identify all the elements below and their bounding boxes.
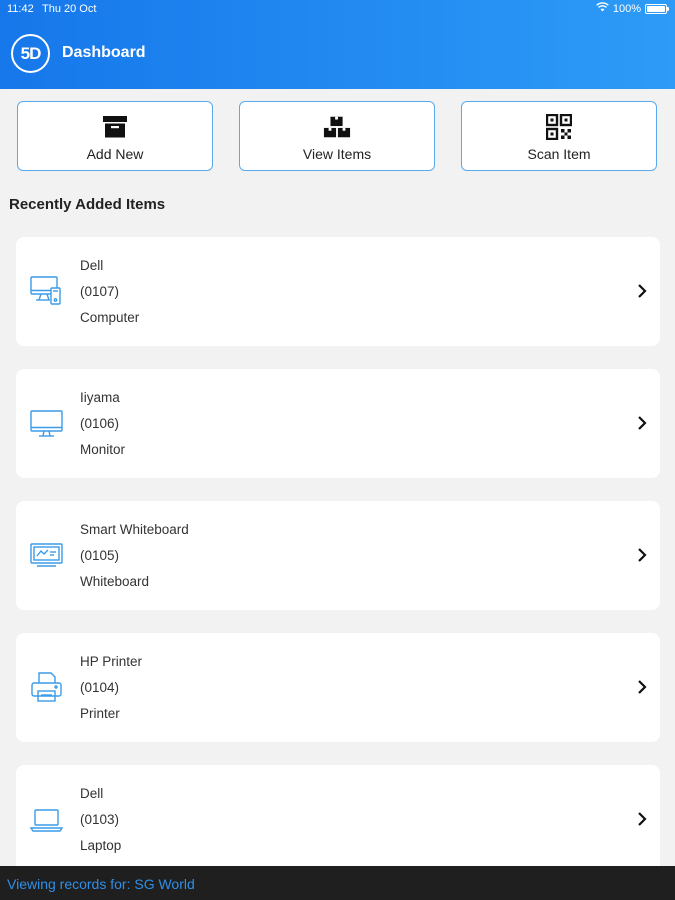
scan-item-button[interactable]: Scan Item	[461, 101, 657, 171]
item-category: Computer	[80, 310, 140, 325]
item-name: HP Printer	[80, 654, 143, 669]
status-bar: 11:42 Thu 20 Oct 100%	[0, 0, 675, 18]
item-category: Laptop	[80, 838, 122, 853]
battery-icon	[645, 3, 669, 14]
list-item[interactable]: HP Printer (0104) Printer	[16, 633, 660, 742]
chevron-right-icon	[636, 679, 648, 695]
status-indicators: 100%	[596, 2, 669, 15]
item-category: Printer	[80, 706, 120, 721]
whiteboard-icon	[29, 538, 65, 572]
item-code: (0107)	[80, 284, 120, 299]
laptop-icon	[29, 802, 65, 836]
archive-box-icon	[101, 114, 129, 140]
page-title: Dashboard	[62, 44, 146, 61]
list-item[interactable]: Dell (0103) Laptop	[16, 765, 660, 874]
battery-percent: 100%	[612, 2, 641, 15]
list-item[interactable]: Dell (0107) Computer	[16, 237, 660, 346]
status-time: 11:42	[7, 3, 34, 15]
footer-bar: Viewing records for: SG World	[0, 866, 675, 900]
item-name: Dell	[80, 786, 104, 801]
scan-item-label: Scan Item	[527, 146, 591, 162]
add-new-label: Add New	[86, 146, 144, 162]
view-items-label: View Items	[302, 146, 372, 162]
app-header: 11:42 Thu 20 Oct 100% 5D Dashboard	[0, 0, 675, 89]
boxes-icon	[323, 114, 351, 140]
list-item[interactable]: Smart Whiteboard (0105) Whiteboard	[16, 501, 660, 610]
item-name: Iiyama	[80, 390, 120, 405]
status-date: Thu 20 Oct	[42, 3, 97, 15]
chevron-right-icon	[636, 811, 648, 827]
monitor-icon	[29, 406, 65, 440]
item-name: Smart Whiteboard	[80, 522, 189, 537]
item-code: (0106)	[80, 416, 120, 431]
qr-code-icon	[545, 114, 573, 140]
chevron-right-icon	[636, 283, 648, 299]
view-items-button[interactable]: View Items	[239, 101, 435, 171]
item-code: (0105)	[80, 548, 120, 563]
item-name: Dell	[80, 258, 104, 273]
section-title: Recently Added Items	[9, 196, 166, 213]
item-category: Monitor	[80, 442, 126, 457]
app-logo: 5D	[11, 34, 50, 73]
item-code: (0103)	[80, 812, 120, 827]
item-code: (0104)	[80, 680, 120, 695]
chevron-right-icon	[636, 547, 648, 563]
chevron-right-icon	[636, 415, 648, 431]
computer-icon	[29, 274, 65, 308]
add-new-button[interactable]: Add New	[17, 101, 213, 171]
list-item[interactable]: Iiyama (0106) Monitor	[16, 369, 660, 478]
action-bar: Add New View Items Scan Item	[17, 101, 658, 171]
wifi-icon	[596, 2, 609, 15]
footer-records-text: Viewing records for: SG World	[7, 876, 195, 892]
printer-icon	[29, 670, 65, 704]
item-category: Whiteboard	[80, 574, 150, 589]
